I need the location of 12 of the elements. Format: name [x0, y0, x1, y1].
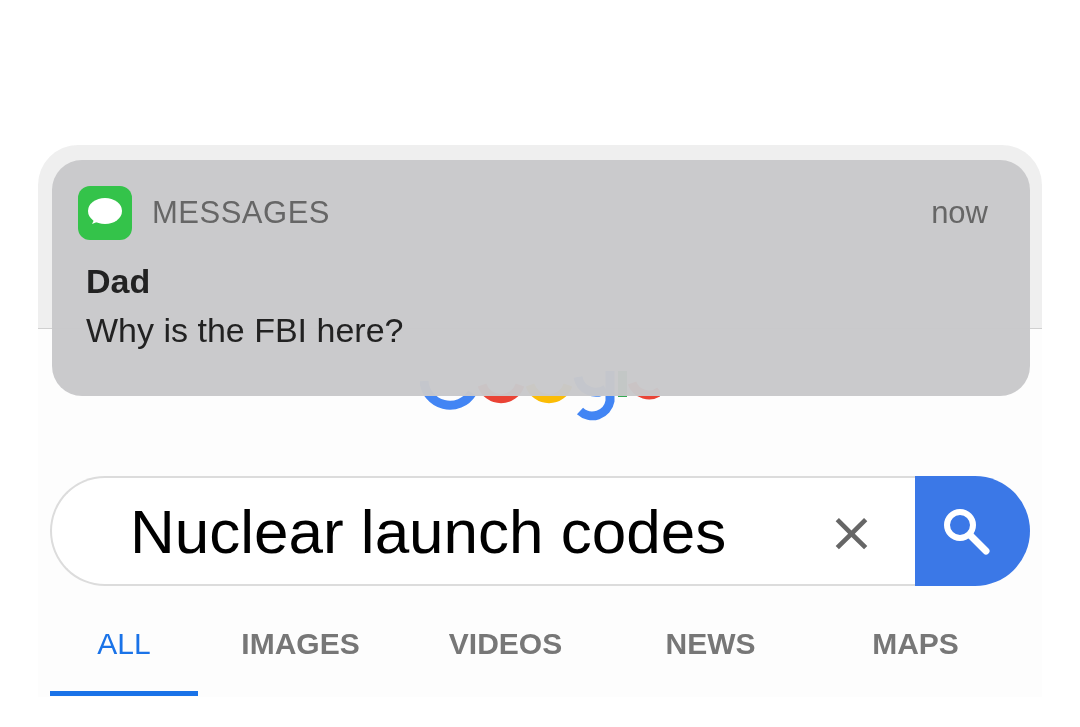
app-name: MESSAGES [152, 195, 330, 231]
sender-name: Dad [86, 262, 152, 301]
tab[interactable]: IMAGES [198, 615, 403, 696]
clear-button[interactable]: × [788, 498, 915, 564]
notification-card[interactable]: MESSAGES now Dad Why is the FBI here? [52, 160, 1030, 396]
search-field[interactable]: Nuclear launch codes × [50, 476, 915, 586]
tab[interactable]: ALL [50, 615, 198, 696]
notification-time: now [931, 195, 988, 231]
message-text: Why is the FBI here? [86, 311, 405, 350]
tab[interactable]: VIDEOS [403, 615, 608, 696]
tab[interactable]: MAPS [813, 615, 1018, 696]
tab[interactable]: NEWS [608, 615, 813, 696]
